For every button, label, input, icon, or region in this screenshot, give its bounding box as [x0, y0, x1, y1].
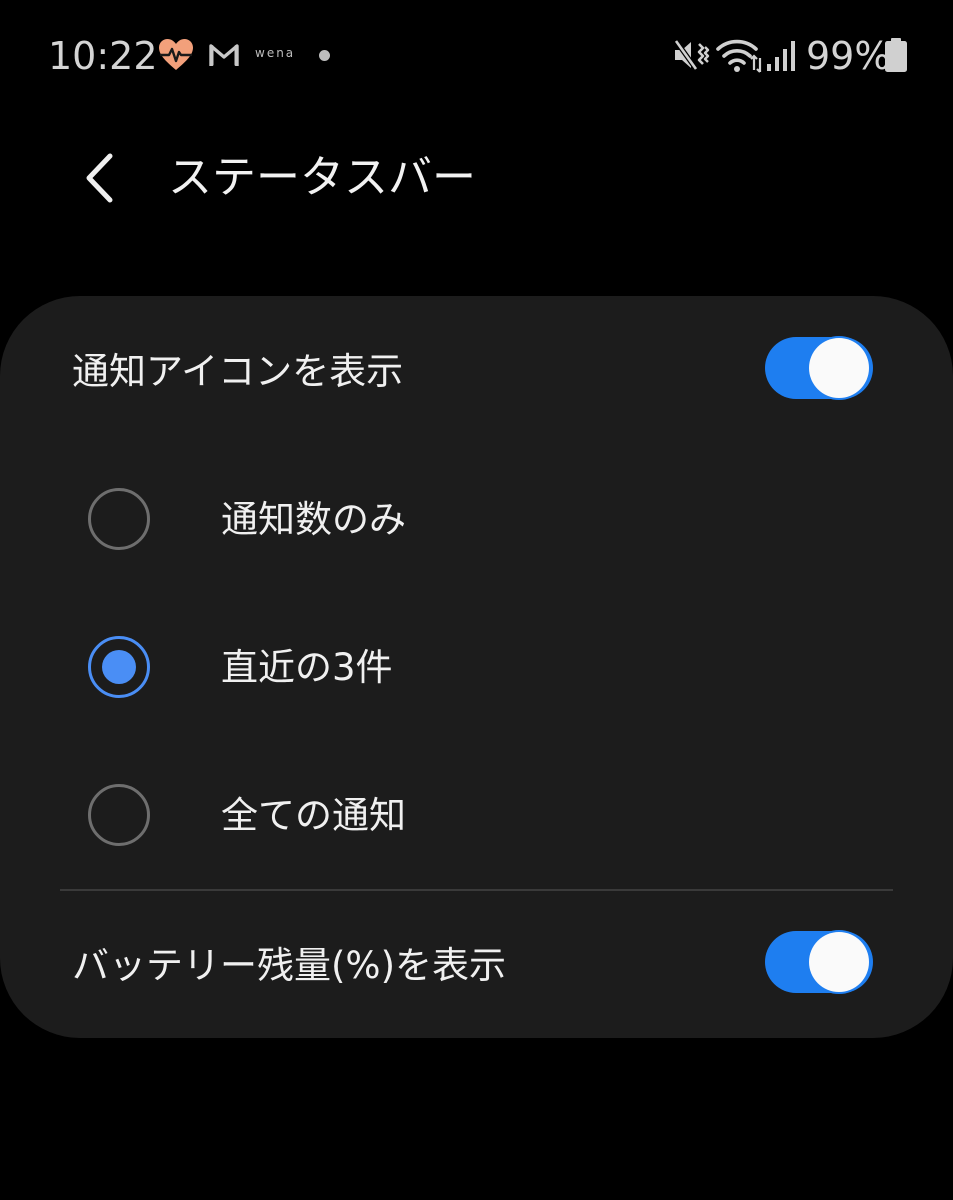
wena-icon: wena [255, 46, 296, 60]
radio-option-label: 全ての通知 [221, 794, 406, 837]
page-title: ステータスバー [168, 152, 476, 203]
radio-option-label: 通知数のみ [221, 498, 406, 541]
status-time: 10:22 [48, 34, 158, 78]
battery-icon [885, 38, 907, 72]
toggle-thumb [809, 338, 869, 398]
battery-percentage-row[interactable]: バッテリー残量(%)を表示 [0, 892, 953, 1042]
wifi-icon [716, 39, 762, 73]
notification-icons-label: 通知アイコンを表示 [72, 350, 404, 393]
radio-button-unselected[interactable] [88, 784, 150, 846]
radio-button-selected[interactable] [88, 636, 150, 698]
notification-icons-toggle[interactable] [765, 337, 873, 399]
radio-option-all[interactable]: 全ての通知 [0, 742, 953, 890]
radio-dot [102, 650, 136, 684]
status-bar: 10:22 wena 99% [0, 0, 953, 112]
toggle-thumb [809, 932, 869, 992]
divider [60, 889, 893, 891]
dot-icon [319, 50, 330, 61]
settings-card: 通知アイコンを表示 通知数のみ 直近の3件 全ての通知 バッテリー残量(%)を表… [0, 296, 953, 1038]
radio-option-label: 直近の3件 [221, 646, 393, 689]
battery-percentage-toggle[interactable] [765, 931, 873, 993]
radio-button-unselected[interactable] [88, 488, 150, 550]
radio-option-count-only[interactable]: 通知数のみ [0, 446, 953, 594]
gmail-icon [209, 44, 239, 66]
radio-option-recent-3[interactable]: 直近の3件 [0, 594, 953, 742]
back-button[interactable] [62, 140, 138, 216]
battery-percentage-label: バッテリー残量(%)を表示 [72, 944, 507, 987]
heart-rate-icon [159, 39, 193, 70]
notification-icons-row[interactable]: 通知アイコンを表示 [0, 296, 953, 446]
mute-vibrate-icon [673, 39, 710, 71]
chevron-left-icon [86, 153, 113, 203]
battery-percent: 99% [806, 34, 891, 78]
signal-icon [767, 41, 795, 71]
